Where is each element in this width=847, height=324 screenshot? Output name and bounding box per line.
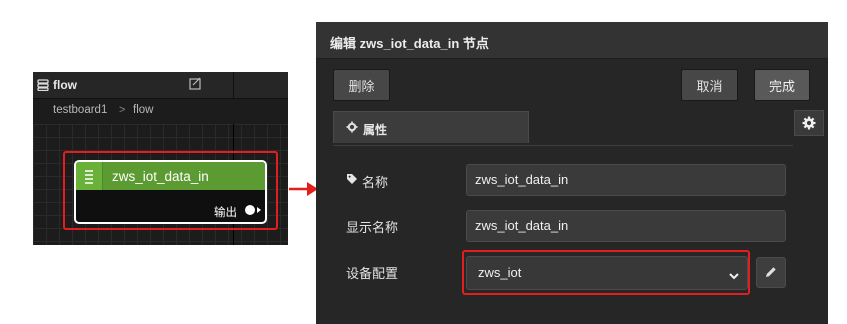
breadcrumb-flow[interactable]: flow xyxy=(133,104,153,116)
done-button[interactable]: 完成 xyxy=(754,69,810,101)
node-editor-panel: 编辑 zws_iot_data_in 节点 删除 取消 完成 属性 名称 zws… xyxy=(316,22,828,324)
breadcrumb: testboard1 > flow xyxy=(33,99,288,123)
settings-button[interactable] xyxy=(794,110,824,136)
node-highlight-box xyxy=(63,151,278,230)
display-name-label: 显示名称 xyxy=(346,220,399,235)
gear-icon xyxy=(346,121,358,136)
cog-icon xyxy=(802,116,816,130)
breadcrumb-chevron-icon: > xyxy=(119,104,126,116)
pointer-arrow-icon xyxy=(289,180,319,203)
editor-title-bar: 编辑 zws_iot_data_in 节点 xyxy=(316,22,828,59)
tab-properties[interactable]: 属性 xyxy=(333,111,529,143)
editor-tab-bar: 属性 xyxy=(333,111,793,146)
editor-title: 编辑 zws_iot_data_in 节点 xyxy=(330,36,489,51)
header-divider xyxy=(233,72,234,98)
tab-properties-label: 属性 xyxy=(363,123,388,137)
tag-icon xyxy=(346,173,358,188)
display-name-input[interactable]: zws_iot_data_in xyxy=(466,210,786,242)
device-config-label: 设备配置 xyxy=(346,266,399,281)
name-field-label: 名称 xyxy=(346,172,388,191)
edit-flow-icon[interactable] xyxy=(189,77,202,95)
cancel-button[interactable]: 取消 xyxy=(681,69,738,101)
flow-tab-header: flow xyxy=(33,72,288,99)
name-input[interactable]: zws_iot_data_in xyxy=(466,164,786,196)
flow-stack-icon xyxy=(37,78,49,96)
name-label-text: 名称 xyxy=(362,175,389,190)
flow-tab-title[interactable]: flow xyxy=(53,78,77,92)
edit-device-config-button[interactable] xyxy=(756,257,786,288)
pencil-icon xyxy=(766,267,776,277)
device-select-highlight-box xyxy=(462,250,750,295)
delete-button[interactable]: 删除 xyxy=(333,69,390,101)
breadcrumb-board[interactable]: testboard1 xyxy=(53,104,107,116)
